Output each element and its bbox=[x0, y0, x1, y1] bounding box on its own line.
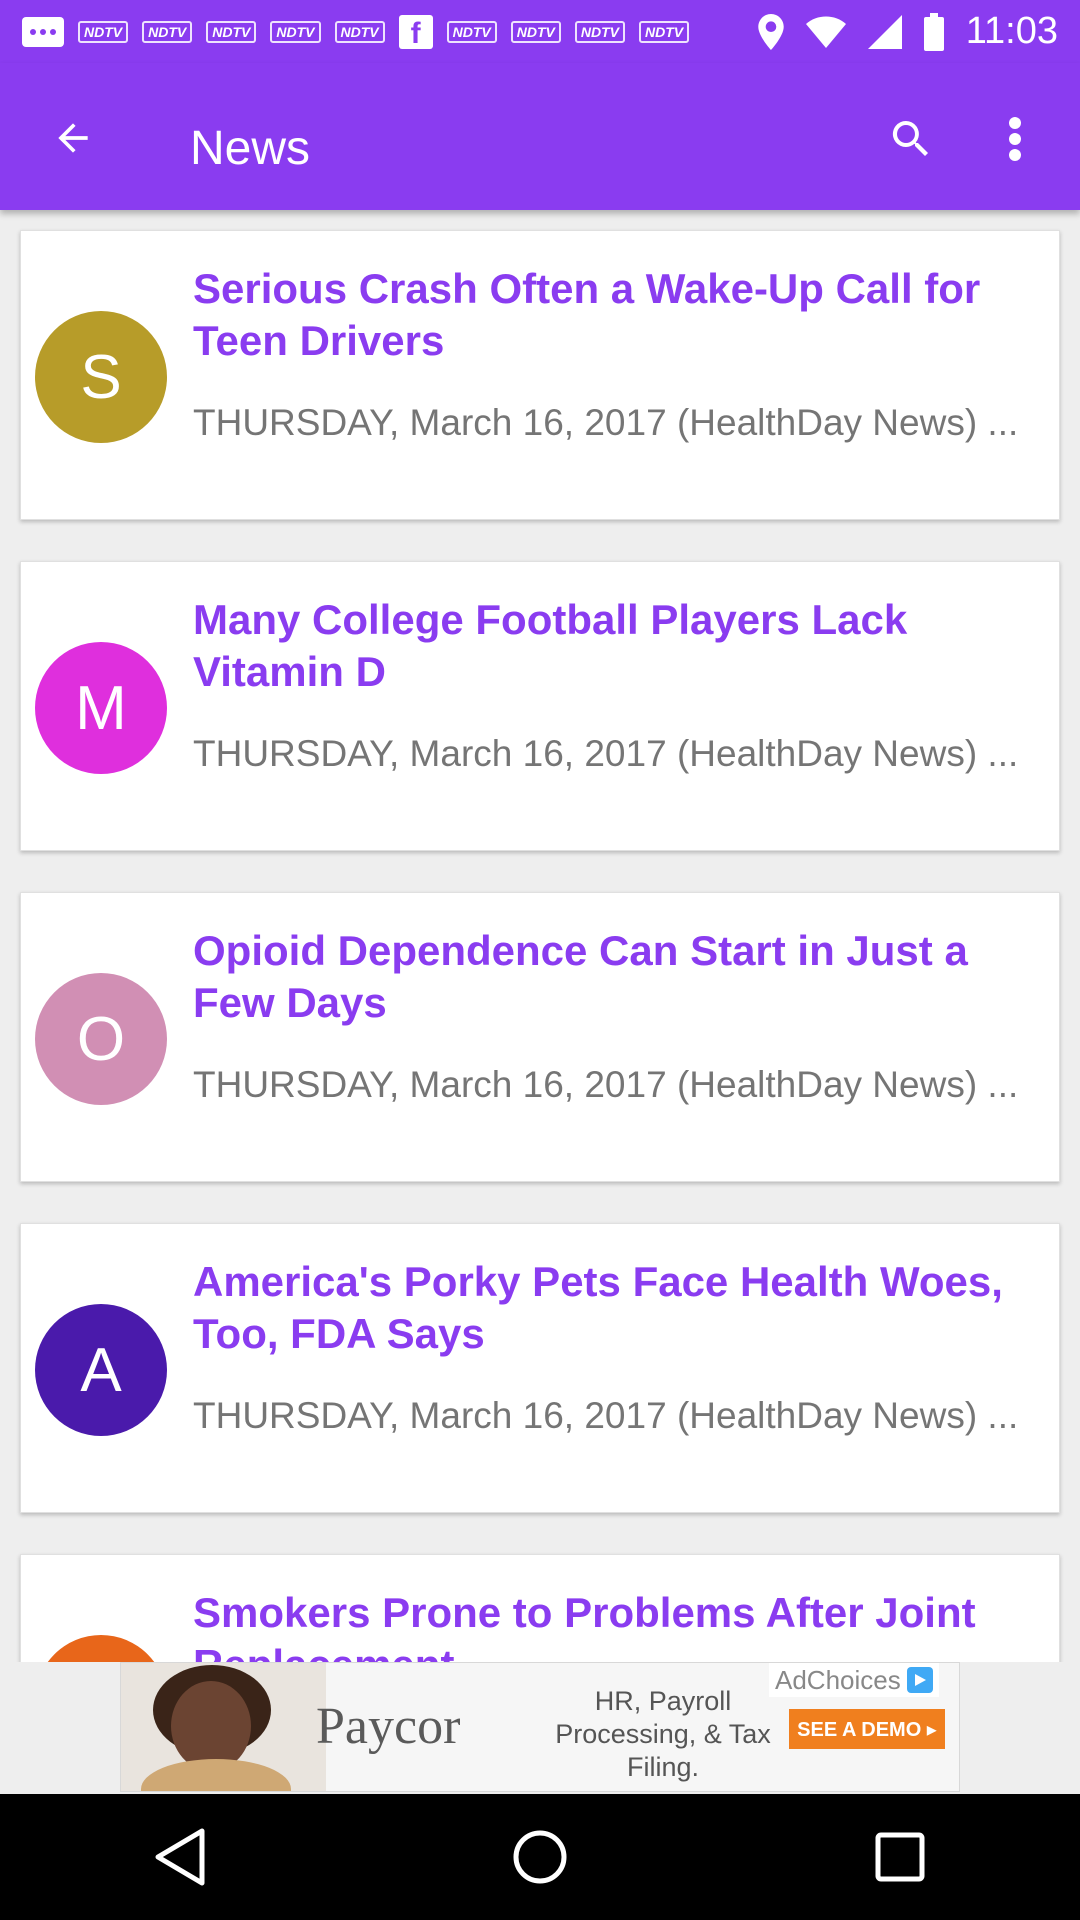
status-bar: NDTV NDTV NDTV NDTV NDTV f NDTV NDTV NDT… bbox=[0, 0, 1080, 63]
clock: 11:03 bbox=[965, 10, 1058, 52]
letter-avatar: M bbox=[35, 642, 167, 774]
nav-home-icon bbox=[513, 1830, 567, 1884]
nav-back-button[interactable] bbox=[132, 1809, 228, 1905]
article-summary: THURSDAY, March 16, 2017 (HealthDay News… bbox=[193, 733, 1019, 774]
nav-back-icon bbox=[155, 1828, 205, 1886]
news-card[interactable]: O Opioid Dependence Can Start in Just a … bbox=[20, 892, 1060, 1182]
ad-brand-logo: Paycor bbox=[316, 1698, 461, 1755]
article-summary: THURSDAY, March 16, 2017 (HealthDay News… bbox=[193, 402, 1019, 443]
ad-copy: HR, Payroll Processing, & Tax Filing. bbox=[555, 1686, 771, 1782]
page-title: News bbox=[190, 122, 311, 165]
article-title: Serious Crash Often a Wake-Up Call for T… bbox=[193, 265, 981, 364]
app-bar: News bbox=[0, 63, 1080, 210]
news-feed[interactable]: S Serious Crash Often a Wake-Up Call for… bbox=[0, 210, 1080, 1662]
article-summary: THURSDAY, March 16, 2017 (HealthDay News… bbox=[193, 1395, 1019, 1436]
news-card[interactable]: Smokers Prone to Problems After Joint Re… bbox=[20, 1554, 1060, 1662]
more-options-button[interactable] bbox=[985, 103, 1045, 175]
article-title: Opioid Dependence Can Start in Just a Fe… bbox=[193, 927, 968, 1026]
letter-avatar: A bbox=[35, 1304, 167, 1436]
ndtv-notification-icon: NDTV bbox=[334, 20, 385, 43]
ndtv-notification-icon: NDTV bbox=[574, 20, 625, 43]
article-title: Smokers Prone to Problems After Joint Re… bbox=[193, 1589, 976, 1662]
facebook-icon: f bbox=[398, 14, 433, 49]
ad-cta-button[interactable]: SEE A DEMO ▸ bbox=[789, 1709, 945, 1749]
news-card[interactable]: A America's Porky Pets Face Health Woes,… bbox=[20, 1223, 1060, 1513]
ad-person-image bbox=[121, 1663, 326, 1791]
more-vert-icon bbox=[1009, 117, 1021, 161]
ndtv-notification-icon: NDTV bbox=[78, 20, 129, 43]
ad-banner[interactable]: Paycor HR, Payroll Processing, & Tax Fil… bbox=[120, 1662, 960, 1792]
wifi-icon bbox=[805, 16, 846, 48]
nav-home-button[interactable] bbox=[492, 1809, 588, 1905]
ndtv-notification-icon: NDTV bbox=[142, 20, 193, 43]
news-card[interactable]: M Many College Football Players Lack Vit… bbox=[20, 561, 1060, 851]
search-button[interactable] bbox=[875, 103, 947, 175]
system-icons: 11:03 bbox=[758, 10, 1058, 53]
letter-avatar bbox=[35, 1635, 167, 1662]
nav-recents-icon bbox=[875, 1832, 925, 1882]
letter-avatar: S bbox=[35, 311, 167, 443]
system-nav-bar bbox=[0, 1794, 1080, 1920]
ndtv-notification-icon: NDTV bbox=[446, 20, 497, 43]
article-summary: THURSDAY, March 16, 2017 (HealthDay News… bbox=[193, 1064, 1019, 1105]
message-icon bbox=[22, 16, 64, 47]
adchoices-link[interactable]: AdChoices bbox=[769, 1663, 939, 1697]
letter-avatar: O bbox=[35, 973, 167, 1105]
location-icon bbox=[758, 13, 784, 50]
adchoices-label: AdChoices bbox=[775, 1664, 901, 1695]
ad-area: Paycor HR, Payroll Processing, & Tax Fil… bbox=[0, 1662, 1080, 1794]
notification-icons: NDTV NDTV NDTV NDTV NDTV f NDTV NDTV NDT… bbox=[22, 14, 758, 49]
arrow-back-icon bbox=[58, 123, 88, 153]
ndtv-notification-icon: NDTV bbox=[270, 20, 321, 43]
search-icon bbox=[892, 121, 928, 156]
article-title: Many College Football Players Lack Vitam… bbox=[193, 596, 908, 695]
page-title-wrap: News bbox=[190, 103, 310, 165]
ndtv-notification-icon: NDTV bbox=[639, 20, 690, 43]
signal-icon bbox=[867, 14, 902, 49]
article-title: America's Porky Pets Face Health Woes, T… bbox=[193, 1258, 1003, 1357]
back-button[interactable] bbox=[38, 103, 108, 173]
ndtv-notification-icon: NDTV bbox=[510, 20, 561, 43]
adchoices-icon bbox=[906, 1667, 933, 1693]
ndtv-notification-icon: NDTV bbox=[206, 20, 257, 43]
nav-recents-button[interactable] bbox=[852, 1809, 948, 1905]
battery-icon bbox=[923, 12, 944, 51]
news-card[interactable]: S Serious Crash Often a Wake-Up Call for… bbox=[20, 230, 1060, 520]
